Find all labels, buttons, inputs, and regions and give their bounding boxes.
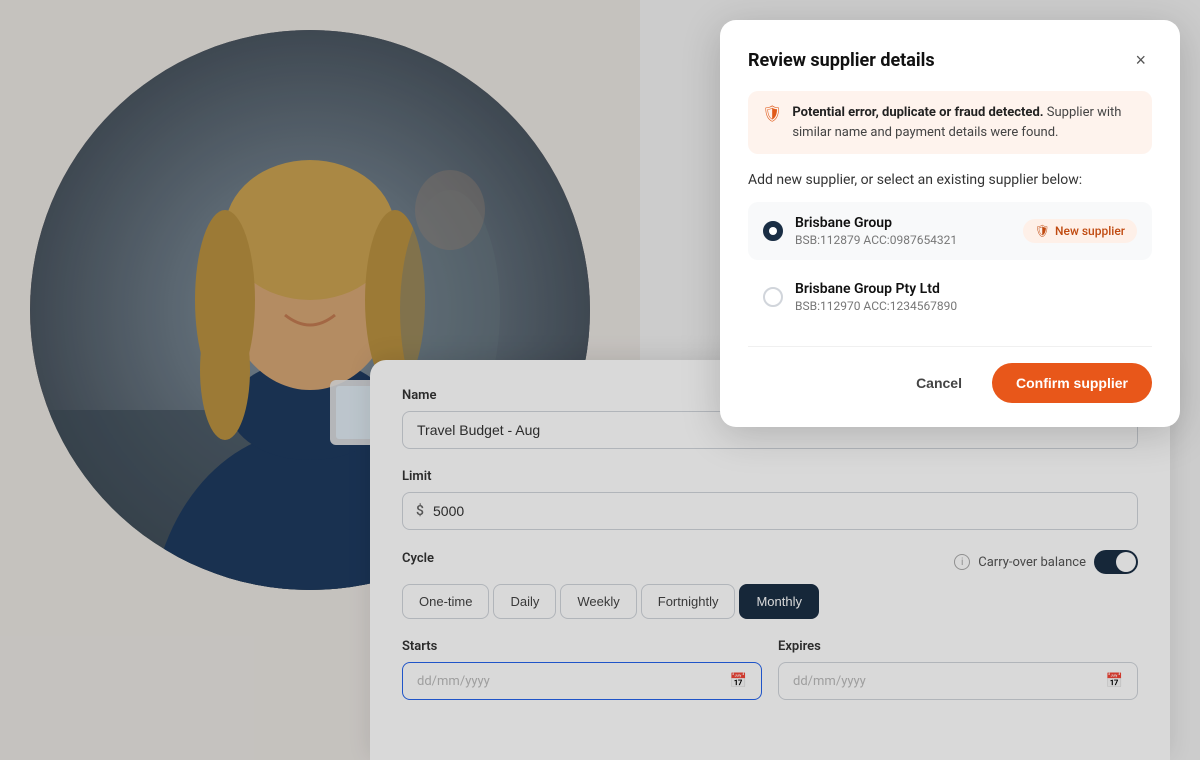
shield-icon-small: 🛡: [1035, 224, 1050, 238]
supplier-name-1: Brisbane Group: [795, 215, 1011, 231]
dialog-actions: Cancel Confirm supplier: [748, 346, 1152, 403]
supplier-details-1: BSB:112879 ACC:0987654321: [795, 233, 1011, 247]
alert-text: Potential error, duplicate or fraud dete…: [792, 103, 1138, 142]
new-supplier-label: New supplier: [1055, 224, 1125, 238]
supplier-radio-2[interactable]: [763, 287, 783, 307]
cancel-button[interactable]: Cancel: [900, 365, 978, 401]
new-supplier-badge: 🛡 New supplier: [1023, 219, 1137, 243]
close-dialog-button[interactable]: ×: [1129, 48, 1152, 73]
supplier-option-1[interactable]: Brisbane Group BSB:112879 ACC:0987654321…: [748, 202, 1152, 260]
radio-inner-1: [769, 227, 777, 235]
alert-banner: 🛡 Potential error, duplicate or fraud de…: [748, 91, 1152, 154]
confirm-supplier-button[interactable]: Confirm supplier: [992, 363, 1152, 403]
supplier-option-2[interactable]: Brisbane Group Pty Ltd BSB:112970 ACC:12…: [748, 268, 1152, 326]
supplier-info-2: Brisbane Group Pty Ltd BSB:112970 ACC:12…: [795, 281, 1137, 313]
review-supplier-dialog: Review supplier details × 🛡 Potential er…: [720, 20, 1180, 427]
dialog-title: Review supplier details: [748, 50, 935, 71]
supplier-info-1: Brisbane Group BSB:112879 ACC:0987654321: [795, 215, 1011, 247]
alert-bold-text: Potential error, duplicate or fraud dete…: [792, 105, 1043, 120]
supplier-details-2: BSB:112970 ACC:1234567890: [795, 299, 1137, 313]
supplier-name-2: Brisbane Group Pty Ltd: [795, 281, 1137, 297]
select-prompt: Add new supplier, or select an existing …: [748, 172, 1152, 188]
supplier-radio-1[interactable]: [763, 221, 783, 241]
dialog-header: Review supplier details ×: [748, 48, 1152, 73]
shield-alert-icon: 🛡: [762, 104, 782, 123]
